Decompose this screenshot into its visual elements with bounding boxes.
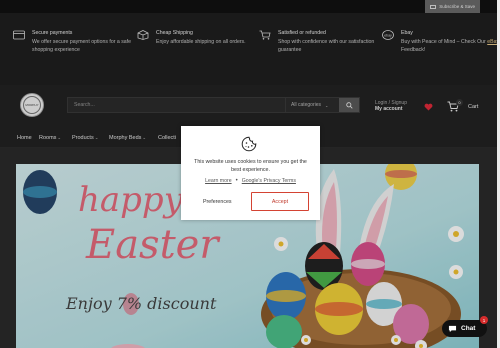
accept-button[interactable]: Accept — [251, 192, 309, 211]
cookie-consent-dialog: This website uses cookies to ensure you … — [181, 126, 320, 220]
chat-bubble-icon — [448, 325, 457, 332]
cookie-icon — [241, 136, 257, 152]
privacy-terms-link[interactable]: Google's Privacy Terms — [242, 178, 296, 184]
cookie-links: Learn more • Google's Privacy Terms — [181, 178, 320, 184]
chat-label: Chat — [461, 325, 476, 332]
chat-notification-badge: 1 — [480, 316, 488, 324]
learn-more-link[interactable]: Learn more — [205, 178, 232, 184]
cookie-message: This website uses cookies to ensure you … — [194, 159, 307, 173]
separator-dot: • — [235, 178, 238, 184]
preferences-button[interactable]: Preferences — [203, 199, 232, 205]
